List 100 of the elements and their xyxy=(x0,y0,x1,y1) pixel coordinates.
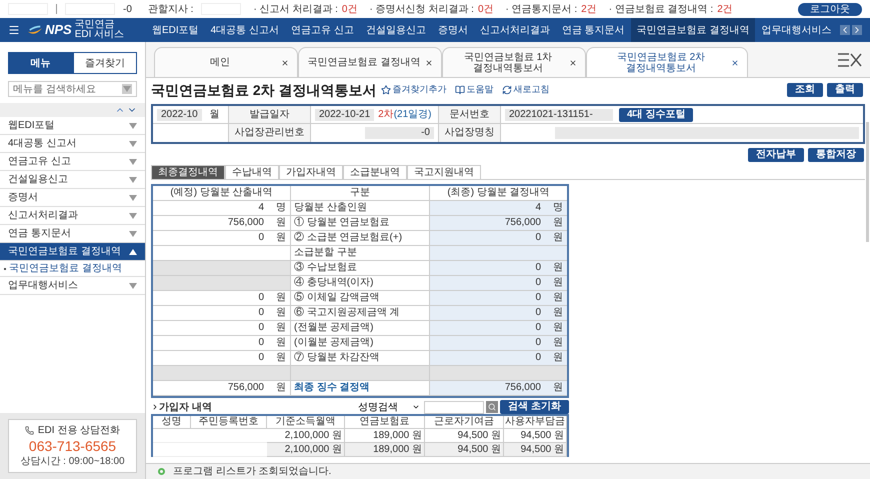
chevron-down-icon xyxy=(412,403,420,411)
column-header: (예정) 당월분 산출내역 xyxy=(153,186,291,201)
title-link[interactable]: 즐겨찾기추가 xyxy=(392,83,447,97)
unit-cell-text: 원 xyxy=(553,232,564,244)
sidebar-menu-item[interactable]: 증명서 xyxy=(0,189,145,207)
action-button[interactable]: 통합저장 xyxy=(808,148,864,162)
column-header: 근로자기여금 xyxy=(425,416,504,429)
sidebar-submenu-item[interactable]: 국민연금보험료 결정내역 xyxy=(9,261,122,276)
title-link[interactable]: 새로고침 xyxy=(514,83,550,97)
close-tab-icon[interactable] xyxy=(425,58,433,66)
field-label: 사업장명칭 xyxy=(444,127,494,139)
amount-cell-text: 4 xyxy=(258,202,265,214)
action-button[interactable]: 전자납부 xyxy=(748,148,804,162)
row-label: ④ 충당내역(이자) xyxy=(294,277,374,289)
sidebar-tab[interactable]: 메뉴 xyxy=(8,52,72,74)
reset-search-button[interactable]: 검색 초기화 xyxy=(500,400,569,414)
table-cell: 189,000 원 xyxy=(345,429,425,443)
close-tab-icon[interactable] xyxy=(731,58,739,66)
menu-icon[interactable] xyxy=(8,24,20,36)
counter-value: 0건 xyxy=(478,2,494,16)
book-icon xyxy=(454,85,465,95)
unit-cell-text: 원 xyxy=(553,352,564,364)
unit-cell-text: 원 xyxy=(276,352,287,364)
document-number-field: 20221021-131151- xyxy=(505,108,613,120)
nav-item[interactable]: 신고서처리결과 xyxy=(474,18,556,42)
expand-arrow-icon xyxy=(129,230,137,236)
detail-tab[interactable]: 수납내역 xyxy=(225,165,279,179)
sidebar-menu-item[interactable]: 웹EDI포털 xyxy=(0,117,145,135)
column-header: 성명 xyxy=(153,416,191,429)
row-label: ③ 수납보험료 xyxy=(294,262,357,274)
branch-label: 관할지사 : xyxy=(148,2,194,16)
unit-cell-text: 명 xyxy=(276,202,287,214)
amount-cell-text: 0 xyxy=(258,232,265,244)
nav-item[interactable]: 업무대행서비스 xyxy=(755,18,838,42)
section-heading: 가입자 내역 xyxy=(159,400,212,414)
close-tab-icon[interactable] xyxy=(569,58,577,66)
search-field[interactable] xyxy=(424,400,484,414)
search-button[interactable] xyxy=(486,401,498,413)
detail-tab[interactable]: 국고지원내역 xyxy=(407,165,481,179)
close-tab-icon[interactable] xyxy=(281,58,289,66)
previous-icon[interactable] xyxy=(840,25,850,35)
portal-button[interactable]: 4대 징수포털 xyxy=(619,108,694,122)
nav-item[interactable]: 증명서 xyxy=(432,18,474,42)
page-tab[interactable]: 국민연금보험료 1차 결정내역통보서 xyxy=(442,47,586,77)
sidebar-tab[interactable]: 즐겨찾기 xyxy=(72,52,137,74)
row-label: (이월분 공제금액) xyxy=(294,337,374,349)
close-menu-icon[interactable] xyxy=(838,53,862,67)
nav-item[interactable]: 건설일용신고 xyxy=(360,18,432,42)
phone-icon xyxy=(24,426,34,435)
unit-cell-text: 원 xyxy=(276,217,287,229)
action-button[interactable]: 조회 xyxy=(787,83,823,97)
nav-item[interactable]: 4대공통 신고서 xyxy=(204,18,286,42)
month-field: 2022-10 xyxy=(157,108,202,120)
logo-text: EDI 서비스 xyxy=(74,30,124,40)
unit-cell-text: 원 xyxy=(553,217,564,229)
page-tab[interactable]: 국민연금보험료 결정내역 xyxy=(298,47,442,77)
table-cell: 189,000 원 xyxy=(345,443,425,457)
unit-cell-text: 원 xyxy=(276,232,287,244)
page-title: 국민연금보험료 2차 결정내역통보서 xyxy=(151,80,377,100)
expand-arrow-icon xyxy=(129,140,137,146)
unit-cell-text: 원 xyxy=(276,382,287,394)
detail-tab[interactable]: 가입자내역 xyxy=(279,165,343,179)
table-cell: 2,100,000 원 xyxy=(267,429,345,443)
amount-cell-text: 0 xyxy=(535,232,542,244)
counter-value: 2건 xyxy=(581,2,597,16)
row-label: ① 당월분 연금보험료 xyxy=(294,217,390,229)
expand-arrow-icon xyxy=(129,158,137,164)
unit-cell-text: 원 xyxy=(553,322,564,334)
sidebar-menu-item[interactable]: 연금고유 신고 xyxy=(0,153,145,171)
nav-item[interactable]: 연금 통지문서 xyxy=(556,18,631,42)
sidebar-menu-item[interactable]: 국민연금보험료 결정내역 xyxy=(0,243,145,261)
field-label: 문서번호 xyxy=(450,108,490,120)
logout-button[interactable]: 로그아웃 xyxy=(798,2,862,16)
page-tab[interactable]: 메인 xyxy=(154,47,298,77)
counter-label: · 연금통지문서 : xyxy=(506,2,578,16)
menu-search-field[interactable]: 메뉴를 검색하세요 xyxy=(8,81,137,97)
unit-cell-text: 원 xyxy=(276,337,287,349)
sidebar-menu-item[interactable]: 신고서처리결과 xyxy=(0,207,145,225)
detail-tab[interactable]: 소급분내역 xyxy=(343,165,407,179)
nav-item[interactable]: 연금고유 신고 xyxy=(285,18,360,42)
sidebar-menu-item[interactable]: 업무대행서비스 xyxy=(0,277,145,295)
unit-cell-text: 원 xyxy=(553,337,564,349)
amount-cell-text: 4 xyxy=(535,202,542,214)
nav-item[interactable]: 국민연금보험료 결정내역 xyxy=(630,18,756,42)
action-button[interactable]: 출력 xyxy=(827,83,863,97)
detail-tab[interactable]: 최종결정내역 xyxy=(151,165,225,179)
chevron-icon xyxy=(151,403,159,411)
sidebar-menu-item[interactable]: 4대공통 신고서 xyxy=(0,135,145,153)
table-cell: 94,500 원 xyxy=(425,429,504,443)
page-tab[interactable]: 국민연금보험료 2차 결정내역통보서 xyxy=(586,47,748,77)
nav-item[interactable]: 웹EDI포털 xyxy=(146,18,205,42)
sidebar-menu-item[interactable]: 건설일용신고 xyxy=(0,171,145,189)
unit-cell-text: 명 xyxy=(553,202,564,214)
next-icon[interactable] xyxy=(852,25,862,35)
field-label: 발급일자 xyxy=(250,108,290,120)
status-message: 프로그램 리스트가 조회되었습니다. xyxy=(173,465,332,479)
unit-cell-text: 원 xyxy=(276,307,287,319)
account-number: -0 xyxy=(123,2,132,16)
title-link[interactable]: 도움말 xyxy=(466,83,494,97)
month-unit: 월 xyxy=(210,108,220,120)
